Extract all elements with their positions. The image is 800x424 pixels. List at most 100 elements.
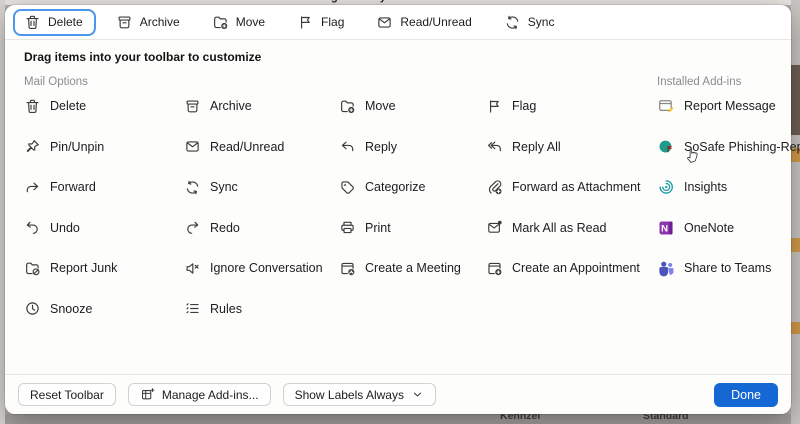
mail-option-categorize[interactable]: Categorize (339, 167, 461, 208)
toolbar-item-read-unread[interactable]: Read/Unread (376, 14, 471, 31)
envelope-icon (184, 138, 201, 155)
manage-addins-button[interactable]: Manage Add-ins... (128, 383, 271, 406)
mail-option-read-unread[interactable]: Read/Unread (184, 127, 323, 168)
sync-icon (504, 14, 521, 31)
undo-icon (24, 219, 41, 236)
background-highlight-sliver-3 (791, 322, 800, 334)
reset-toolbar-label: Reset Toolbar (30, 388, 104, 402)
addin-share-to-teams[interactable]: Share to Teams (657, 248, 800, 289)
toolbar-item-label: Sync (528, 15, 555, 29)
mail-option-archive[interactable]: Archive (184, 86, 323, 127)
background-bottom-text-right: Standard (643, 414, 689, 422)
mail-option-print[interactable]: Print (339, 208, 461, 249)
mail-option-mark-all-as-read[interactable]: Mark All as Read (486, 208, 641, 249)
mail-option-report-junk[interactable]: Report Junk (24, 248, 117, 289)
addin-label: OneNote (684, 221, 734, 235)
mail-option-create-an-appointment[interactable]: Create an Appointment (486, 248, 641, 289)
option-label: Rules (210, 302, 242, 316)
redo-icon (184, 219, 201, 236)
option-label: Snooze (50, 302, 92, 316)
mail-option-reply[interactable]: Reply (339, 127, 461, 168)
toolbar-item-archive[interactable]: Archive (116, 14, 180, 31)
done-label: Done (731, 388, 761, 402)
addin-insights[interactable]: Insights (657, 167, 800, 208)
sync-icon (184, 179, 201, 196)
toolbar-item-label: Read/Unread (400, 15, 471, 29)
reply-arrow-icon (339, 138, 356, 155)
addin-report-message[interactable]: Report Message (657, 86, 800, 127)
mail-option-ignore-conversation[interactable]: Ignore Conversation (184, 248, 323, 289)
installed-addins-column: Report Message SoSafe Phishing-Reportin … (657, 86, 800, 289)
mail-option-forward[interactable]: Forward (24, 167, 117, 208)
option-label: Undo (50, 221, 80, 235)
mail-option-reply-all[interactable]: Reply All (486, 127, 641, 168)
mail-option-forward-as-attachment[interactable]: Forward as Attachment (486, 167, 641, 208)
meeting-window-icon (339, 260, 356, 277)
show-labels-label: Show Labels Always (295, 388, 404, 402)
option-label: Sync (210, 180, 238, 194)
option-label: Archive (210, 99, 252, 113)
clock-icon (24, 300, 41, 317)
option-label: Move (365, 99, 396, 113)
option-label: Read/Unread (210, 140, 284, 154)
tag-icon (339, 179, 356, 196)
dialog-footer: Reset Toolbar Manage Add-ins... Show Lab… (5, 374, 791, 414)
reset-toolbar-button[interactable]: Reset Toolbar (18, 383, 116, 406)
grid-plus-icon (140, 387, 155, 402)
junk-folder-icon (24, 260, 41, 277)
forward-arrow-icon (24, 179, 41, 196)
addin-onenote[interactable]: OneNote (657, 208, 800, 249)
chevron-down-icon (411, 388, 424, 401)
option-label: Ignore Conversation (210, 261, 323, 275)
flag-icon (297, 14, 314, 31)
option-label: Report Junk (50, 261, 117, 275)
toolbar-item-delete[interactable]: Delete (13, 9, 96, 36)
archive-icon (116, 14, 133, 31)
reply-all-icon (486, 138, 503, 155)
toolbar-item-flag[interactable]: Flag (297, 14, 344, 31)
report-message-icon (657, 97, 675, 115)
pin-icon (24, 138, 41, 155)
drag-instruction-text: Drag items into your toolbar to customiz… (24, 50, 261, 64)
option-label: Reply All (512, 140, 561, 154)
mail-option-move[interactable]: Move (339, 86, 461, 127)
done-button[interactable]: Done (714, 383, 778, 407)
background-bottom-text-left: Kennzei (500, 414, 540, 422)
option-label: Categorize (365, 180, 425, 194)
option-label: Mark All as Read (512, 221, 606, 235)
mail-option-create-a-meeting[interactable]: Create a Meeting (339, 248, 461, 289)
toolbar-item-sync[interactable]: Sync (504, 14, 555, 31)
insights-icon (657, 178, 675, 196)
attachment-plus-icon (486, 179, 503, 196)
show-labels-dropdown[interactable]: Show Labels Always (283, 383, 436, 406)
option-label: Redo (210, 221, 240, 235)
option-label: Print (365, 221, 391, 235)
addin-label: Insights (684, 180, 727, 194)
toolbar-item-move[interactable]: Move (212, 14, 265, 31)
teams-icon (657, 259, 675, 277)
flag-icon (486, 98, 503, 115)
toolbar-item-label: Move (236, 15, 265, 29)
mail-option-undo[interactable]: Undo (24, 208, 117, 249)
mail-option-delete[interactable]: Delete (24, 86, 117, 127)
trash-icon (24, 14, 41, 31)
mail-option-flag[interactable]: Flag (486, 86, 641, 127)
mail-option-sync[interactable]: Sync (184, 167, 323, 208)
manage-addins-label: Manage Add-ins... (162, 388, 259, 402)
printer-icon (339, 219, 356, 236)
addin-sosafe-phishing-reporting[interactable]: SoSafe Phishing-Reportin (657, 127, 800, 168)
option-label: Flag (512, 99, 536, 113)
mail-options-column-3: Move Reply Categorize Print Create a Mee… (339, 86, 461, 289)
mail-option-rules[interactable]: Rules (184, 289, 323, 330)
option-label: Forward as Attachment (512, 180, 641, 194)
mail-options-column-1: Delete Pin/Unpin Forward Undo Report Jun… (24, 86, 117, 329)
archive-icon (184, 98, 201, 115)
mail-option-pin-unpin[interactable]: Pin/Unpin (24, 127, 117, 168)
mail-option-redo[interactable]: Redo (184, 208, 323, 249)
sosafe-icon (657, 138, 675, 156)
addin-label: Share to Teams (684, 261, 771, 275)
mail-options-column-2: Archive Read/Unread Sync Redo Ignore Con… (184, 86, 323, 329)
mail-option-snooze[interactable]: Snooze (24, 289, 117, 330)
hand-cursor-icon (683, 145, 703, 165)
option-label: Create an Appointment (512, 261, 640, 275)
